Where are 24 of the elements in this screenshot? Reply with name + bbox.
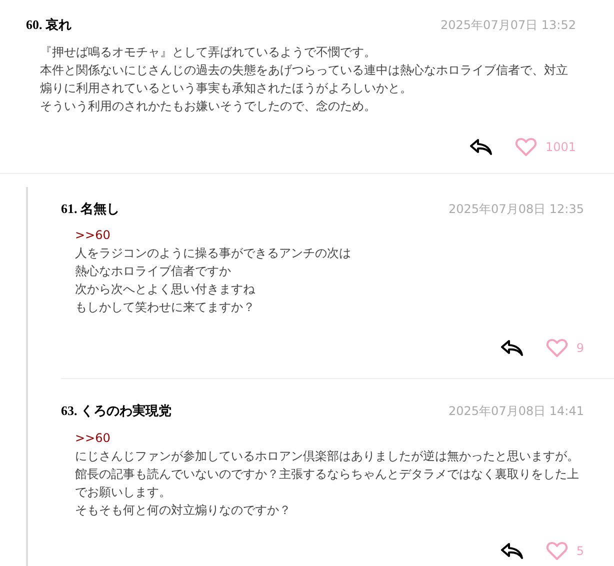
reply-arrow-icon[interactable] bbox=[469, 138, 494, 156]
reply-anchor-link[interactable]: >>60 bbox=[75, 430, 110, 444]
like-count: 1001 bbox=[545, 138, 576, 156]
comment-text: にじさんじファンが参加しているホロアン倶楽部はありましたが逆は無かったと思いますが。 bbox=[75, 448, 580, 464]
comment-text: 熱心なホロライブ信者ですか bbox=[75, 263, 232, 280]
reply-anchor-link[interactable]: >>60 bbox=[75, 228, 110, 242]
comment-text: 館長の記事も読んでいないのですか？主張するならちゃんとデタラメではなく裏取りをした上でお願いします。 bbox=[75, 466, 580, 500]
comment-text: もしかして笑わせに来てますか？ bbox=[75, 299, 256, 316]
like-count: 9 bbox=[576, 340, 584, 357]
comment-date: 2025年07月08日 14:41 bbox=[448, 403, 584, 420]
comment-author: 60. 哀れ bbox=[26, 16, 72, 34]
comment-text: 次から次へとよく思い付きますね bbox=[75, 281, 256, 298]
comment-author: 61. 名無し bbox=[61, 200, 120, 218]
like-count: 5 bbox=[576, 542, 584, 560]
comment-text: 『押せば鳴るオモチャ』として弄ばれているようで不憫です。 bbox=[40, 44, 377, 60]
comment-date: 2025年07月07日 13:52 bbox=[440, 17, 576, 34]
comment-text: そういう利用のされかたもお嫌いそうでしたので、念のため。 bbox=[40, 98, 377, 114]
comment-date: 2025年07月08日 12:35 bbox=[448, 200, 584, 218]
comment-author: 63. くろのわ実現党 bbox=[61, 402, 172, 420]
reply-arrow-icon[interactable] bbox=[500, 339, 524, 357]
comment-text: そもそも何と何の対立煽りなのですか？ bbox=[75, 502, 292, 518]
comment-text: 本件と関係ないにじさんじの過去の失態をあげつらっている連中は熱心なホロライブ信者で、対立煽りに利用されているという事実も承知されたほうがよろしいかと。 bbox=[40, 62, 569, 96]
comment-text: 人をラジコンのように操る事ができるアンチの次は bbox=[75, 245, 352, 262]
reply-arrow-icon[interactable] bbox=[500, 542, 524, 560]
